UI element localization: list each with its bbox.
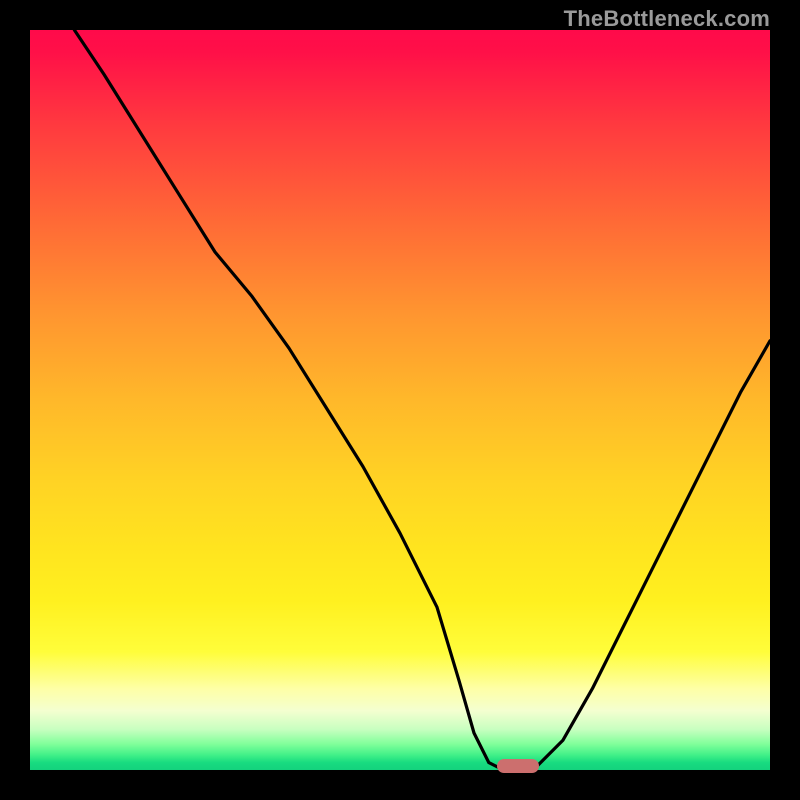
chart-frame: TheBottleneck.com [0, 0, 800, 800]
watermark-text: TheBottleneck.com [564, 6, 770, 32]
bottleneck-curve [30, 30, 770, 770]
curve-path [74, 30, 770, 770]
optimal-marker [497, 759, 539, 773]
plot-area [30, 30, 770, 770]
